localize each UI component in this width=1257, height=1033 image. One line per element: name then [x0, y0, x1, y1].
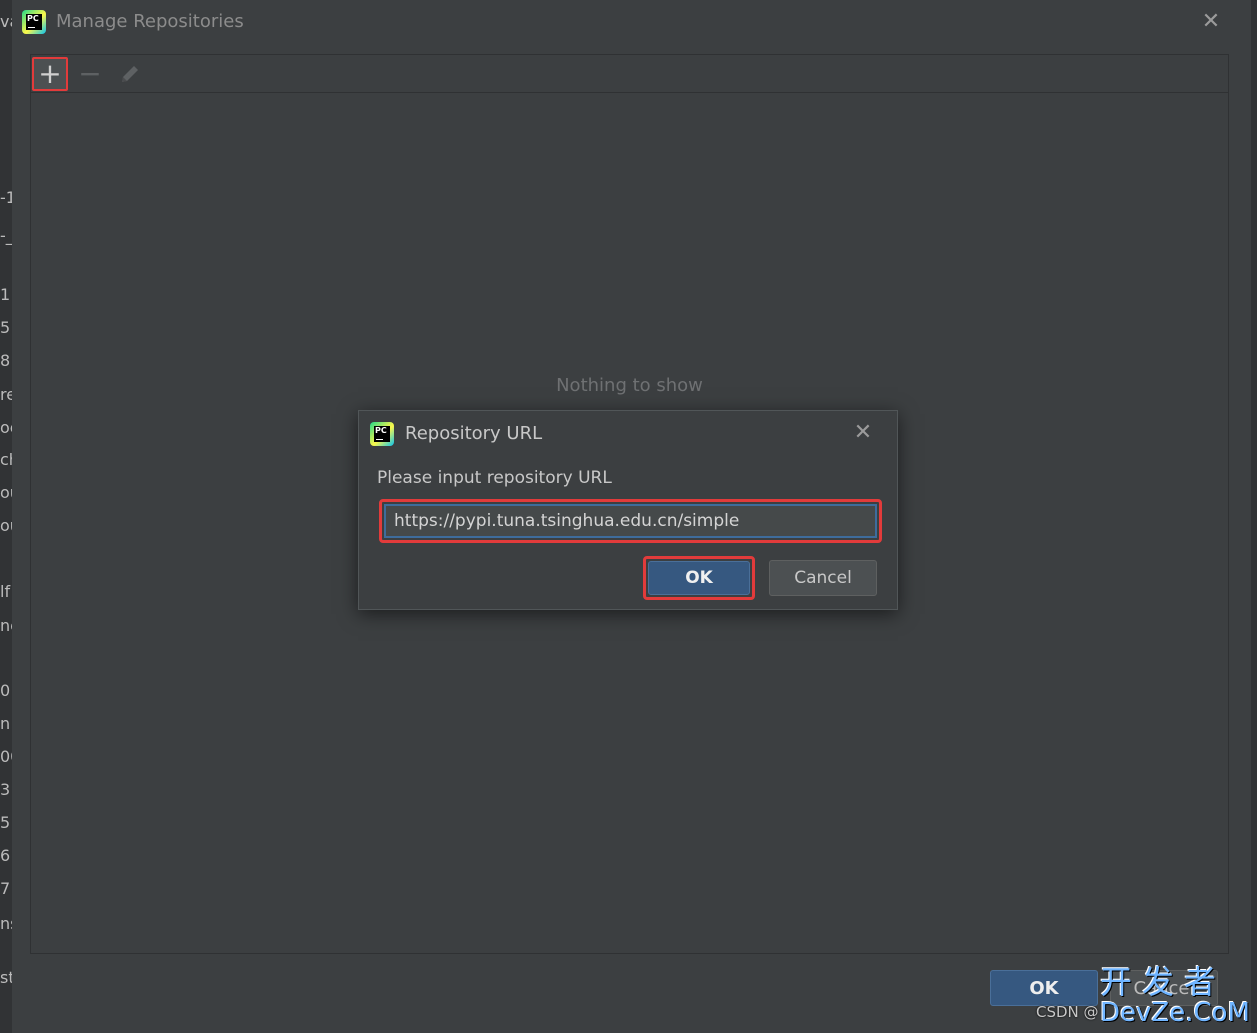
background-text-fragment: ch	[0, 450, 12, 469]
background-window-right-edge	[1251, 0, 1257, 1033]
background-text-fragment: 00	[0, 747, 12, 766]
csdn-watermark: CSDN @	[1036, 1003, 1099, 1021]
background-text-fragment: -_	[0, 226, 12, 245]
ok-button[interactable]: OK	[648, 561, 750, 595]
background-text-fragment: 7	[0, 879, 11, 898]
empty-list-message: Nothing to show	[556, 375, 703, 396]
dialog-title-bar[interactable]: PC Manage Repositories ✕	[12, 0, 1251, 44]
background-text-fragment: re	[0, 385, 12, 404]
background-text-fragment: lf	[0, 582, 11, 601]
devze-watermark-cn: 开发者	[1100, 963, 1227, 1001]
pycharm-logo-icon: PC	[22, 10, 46, 34]
edit-repository-button[interactable]	[112, 57, 148, 91]
background-text-fragment: n	[0, 714, 11, 733]
background-text-fragment: va	[0, 12, 12, 31]
dialog-title: Manage Repositories	[56, 11, 244, 32]
background-text-fragment: ou	[0, 516, 12, 535]
background-text-fragment: ou	[0, 483, 12, 502]
close-icon[interactable]: ✕	[1199, 10, 1223, 34]
background-text-fragment: 5	[0, 813, 11, 832]
repository-url-input[interactable]	[384, 504, 877, 538]
pycharm-logo-icon: PC	[370, 422, 394, 446]
background-text-fragment: -1	[0, 188, 12, 207]
plus-icon: +	[38, 57, 62, 90]
background-text-fragment: 6	[0, 846, 11, 865]
repositories-toolbar: + −	[30, 54, 1229, 93]
background-text-fragment: 1	[0, 285, 11, 304]
background-text-fragment: nc	[0, 616, 12, 635]
minus-icon: −	[78, 57, 102, 90]
background-text-fragment: st	[0, 968, 12, 987]
background-text-fragment: oc	[0, 418, 12, 437]
background-text-fragment: 3	[0, 780, 11, 799]
screen: va -1 -_ 1 5 8 re oc ch ou ou lf nc 0 n …	[0, 0, 1257, 1033]
url-prompt-label: Please input repository URL	[377, 468, 612, 488]
background-text-fragment: 0	[0, 681, 11, 700]
dialog-title: Repository URL	[405, 423, 543, 444]
background-text-fragment: 5	[0, 318, 11, 337]
remove-repository-button[interactable]: −	[72, 57, 108, 91]
ok-button-highlight: OK	[643, 556, 755, 600]
url-field-highlight	[379, 499, 882, 543]
ok-button[interactable]: OK	[990, 970, 1098, 1006]
background-text-fragment: 8	[0, 351, 11, 370]
cancel-button[interactable]: Cancel	[769, 560, 877, 596]
devze-watermark-en: DevZe.CoM	[1100, 998, 1250, 1028]
close-icon[interactable]: ✕	[851, 421, 875, 445]
add-repository-button[interactable]: +	[32, 57, 68, 91]
background-text-fragment: ns	[0, 914, 12, 933]
repository-url-dialog: PC Repository URL ✕ Please input reposit…	[358, 410, 898, 610]
pencil-icon	[122, 66, 138, 82]
